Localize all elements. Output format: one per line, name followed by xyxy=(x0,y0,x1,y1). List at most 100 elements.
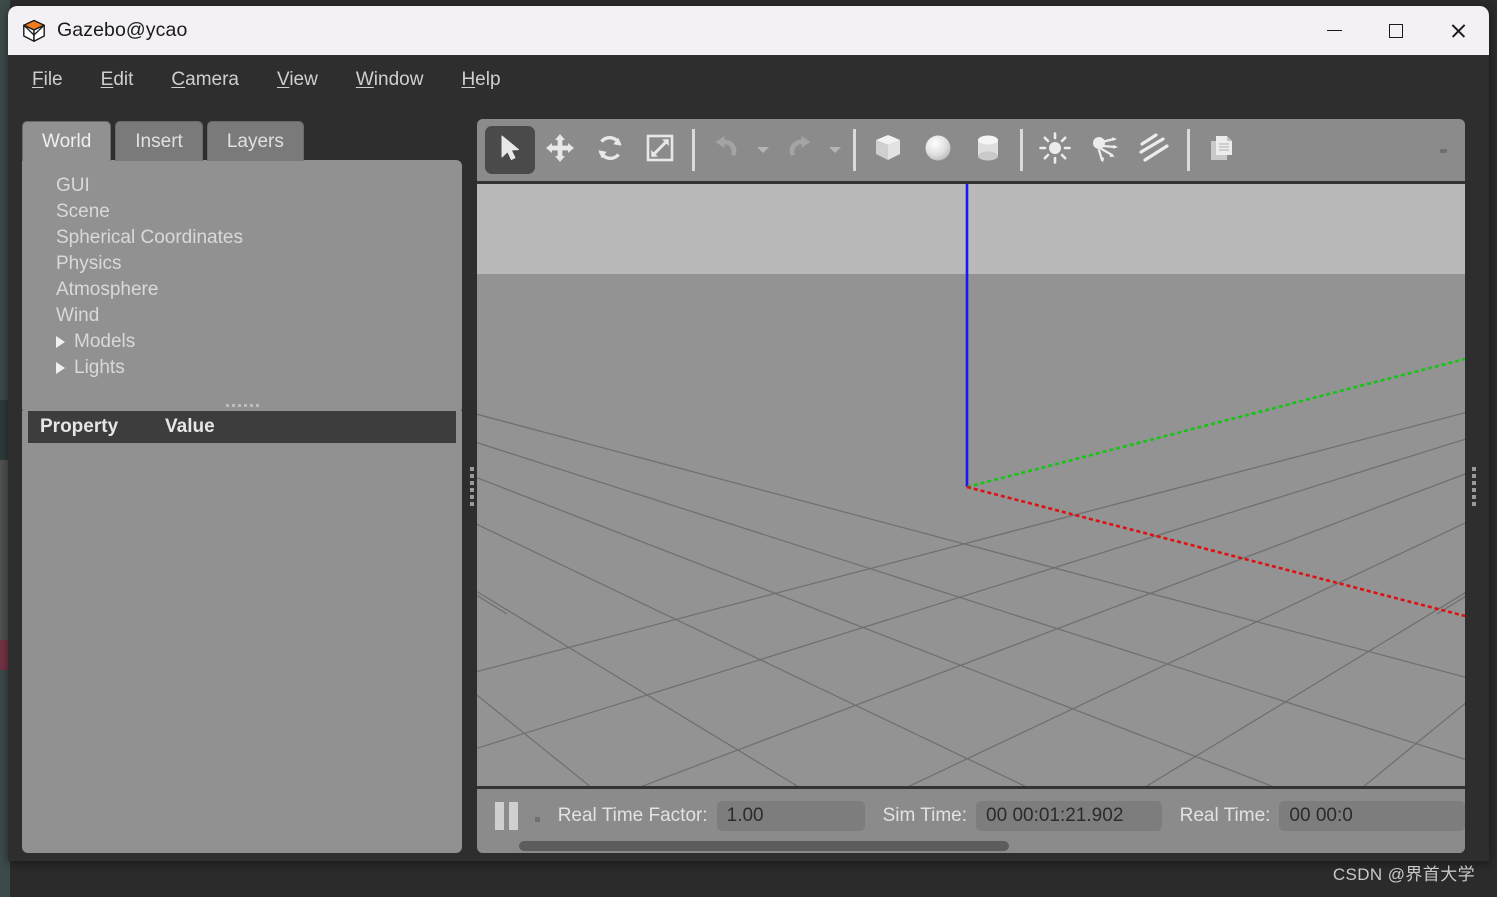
chevron-down-icon xyxy=(829,147,841,153)
undo-button[interactable] xyxy=(702,126,752,174)
main-body: World Insert Layers GUI Scene Spherical … xyxy=(8,105,1489,861)
tree-item-spherical-coordinates[interactable]: Spherical Coordinates xyxy=(22,225,462,251)
real-time-factor-field[interactable]: 1.00 xyxy=(716,800,865,831)
sim-time-field[interactable]: 00 00:01:21.902 xyxy=(976,800,1162,831)
tab-layers[interactable]: Layers xyxy=(206,121,304,161)
tree-item-spherical-coordinates-label: Spherical Coordinates xyxy=(56,227,243,248)
toolbar-overflow-icon[interactable] xyxy=(1440,149,1447,153)
property-table-header: Property Value xyxy=(28,411,456,443)
panel-splitter-right[interactable] xyxy=(1466,119,1482,853)
spot-light-icon xyxy=(1088,131,1122,170)
scale-mode-button[interactable] xyxy=(635,126,685,174)
world-tree: GUI Scene Spherical Coordinates Physics … xyxy=(22,160,462,414)
toolbar-separator xyxy=(1187,129,1190,171)
toolbar-separator xyxy=(1020,129,1023,171)
menu-edit-mnemonic: E xyxy=(100,69,114,90)
real-time-field[interactable]: 00 00:0 xyxy=(1279,800,1465,831)
tab-world[interactable]: World xyxy=(22,121,112,161)
tab-insert-label: Insert xyxy=(135,130,183,152)
redo-arrow-icon xyxy=(783,132,815,169)
scrollbar-handle[interactable] xyxy=(519,841,1009,851)
redo-button[interactable] xyxy=(774,126,824,174)
real-time-label: Real Time: xyxy=(1179,804,1271,826)
menu-view-mnemonic: V xyxy=(276,69,290,90)
translate-mode-button[interactable] xyxy=(535,126,585,174)
tree-item-models[interactable]: Models xyxy=(22,329,462,355)
step-icon[interactable] xyxy=(534,817,540,822)
tree-item-atmosphere[interactable]: Atmosphere xyxy=(22,277,462,303)
insert-box-button[interactable] xyxy=(863,126,913,174)
menu-file-rest: ile xyxy=(43,69,63,90)
menu-edit[interactable]: Edit xyxy=(99,66,136,94)
tab-insert[interactable]: Insert xyxy=(115,121,203,161)
horizontal-scrollbar[interactable] xyxy=(477,839,1465,853)
directional-light-button[interactable] xyxy=(1130,126,1180,174)
title-bar[interactable]: Gazebo@ycao xyxy=(8,6,1489,55)
copy-button[interactable] xyxy=(1197,126,1247,174)
sphere-icon xyxy=(921,131,955,170)
undo-arrow-icon xyxy=(711,132,743,169)
menu-help-mnemonic: H xyxy=(461,69,476,90)
tree-item-scene-label: Scene xyxy=(56,201,110,222)
tree-item-physics[interactable]: Physics xyxy=(22,251,462,277)
tree-item-physics-label: Physics xyxy=(56,253,122,274)
insert-cylinder-button[interactable] xyxy=(963,126,1013,174)
splitter-grip-icon xyxy=(470,466,474,506)
tree-property-splitter[interactable] xyxy=(22,399,462,411)
undo-dropdown-button[interactable] xyxy=(752,126,774,174)
y-axis xyxy=(966,357,1465,489)
tree-item-lights-label: Lights xyxy=(74,357,125,378)
real-time-factor-label: Real Time Factor: xyxy=(557,804,708,826)
menu-bar: File Edit Camera View Window Help xyxy=(8,55,1489,105)
copy-pages-icon xyxy=(1205,131,1239,170)
render-toolbar xyxy=(477,119,1465,181)
tree-item-models-label: Models xyxy=(74,331,136,352)
maximize-button[interactable] xyxy=(1365,6,1427,55)
menu-camera-rest: amera xyxy=(185,69,239,90)
minimize-button[interactable] xyxy=(1303,6,1365,55)
render-panel: Real Time Factor: 1.00 Sim Time: 00 00:0… xyxy=(477,119,1465,853)
tree-item-gui[interactable]: GUI xyxy=(22,173,462,199)
ground-grid xyxy=(477,184,1465,786)
menu-camera[interactable]: Camera xyxy=(169,66,241,94)
sim-time-label: Sim Time: xyxy=(882,804,968,826)
spot-light-button[interactable] xyxy=(1080,126,1130,174)
chevron-right-icon[interactable] xyxy=(56,336,65,348)
property-panel: Property Value xyxy=(22,411,462,853)
panel-tab-strip: World Insert Layers xyxy=(22,119,462,161)
redo-dropdown-button[interactable] xyxy=(824,126,846,174)
scale-icon xyxy=(644,132,676,169)
menu-view-rest: iew xyxy=(289,69,318,90)
property-table-body[interactable] xyxy=(22,443,462,851)
simulation-status-bar: Real Time Factor: 1.00 Sim Time: 00 00:0… xyxy=(477,792,1465,839)
tree-item-lights[interactable]: Lights xyxy=(22,355,462,381)
pause-button[interactable] xyxy=(491,801,523,831)
close-button[interactable] xyxy=(1427,6,1489,55)
chevron-down-icon xyxy=(757,147,769,153)
3d-viewport[interactable] xyxy=(477,181,1465,789)
point-light-button[interactable] xyxy=(1030,126,1080,174)
tab-world-label: World xyxy=(42,130,92,152)
rotate-mode-button[interactable] xyxy=(585,126,635,174)
insert-sphere-button[interactable] xyxy=(913,126,963,174)
menu-edit-rest: dit xyxy=(113,69,134,90)
select-mode-button[interactable] xyxy=(485,126,535,174)
move-arrows-icon xyxy=(544,132,576,169)
menu-window-rest: indow xyxy=(373,69,424,90)
menu-help[interactable]: Help xyxy=(459,66,502,94)
menu-window[interactable]: Window xyxy=(354,66,426,94)
box-icon xyxy=(871,131,905,170)
toolbar-separator xyxy=(692,129,695,171)
x-axis xyxy=(966,485,1465,618)
tree-item-wind[interactable]: Wind xyxy=(22,303,462,329)
menu-view[interactable]: View xyxy=(275,66,320,94)
rotate-icon xyxy=(594,132,626,169)
menu-camera-mnemonic: C xyxy=(171,69,186,90)
chevron-right-icon[interactable] xyxy=(56,362,65,374)
left-panel: World Insert Layers GUI Scene Spherical … xyxy=(22,119,462,853)
tree-item-scene[interactable]: Scene xyxy=(22,199,462,225)
cursor-arrow-icon xyxy=(495,133,525,168)
column-header-value: Value xyxy=(165,416,215,437)
menu-file[interactable]: File xyxy=(30,66,65,94)
close-icon xyxy=(1450,22,1467,39)
